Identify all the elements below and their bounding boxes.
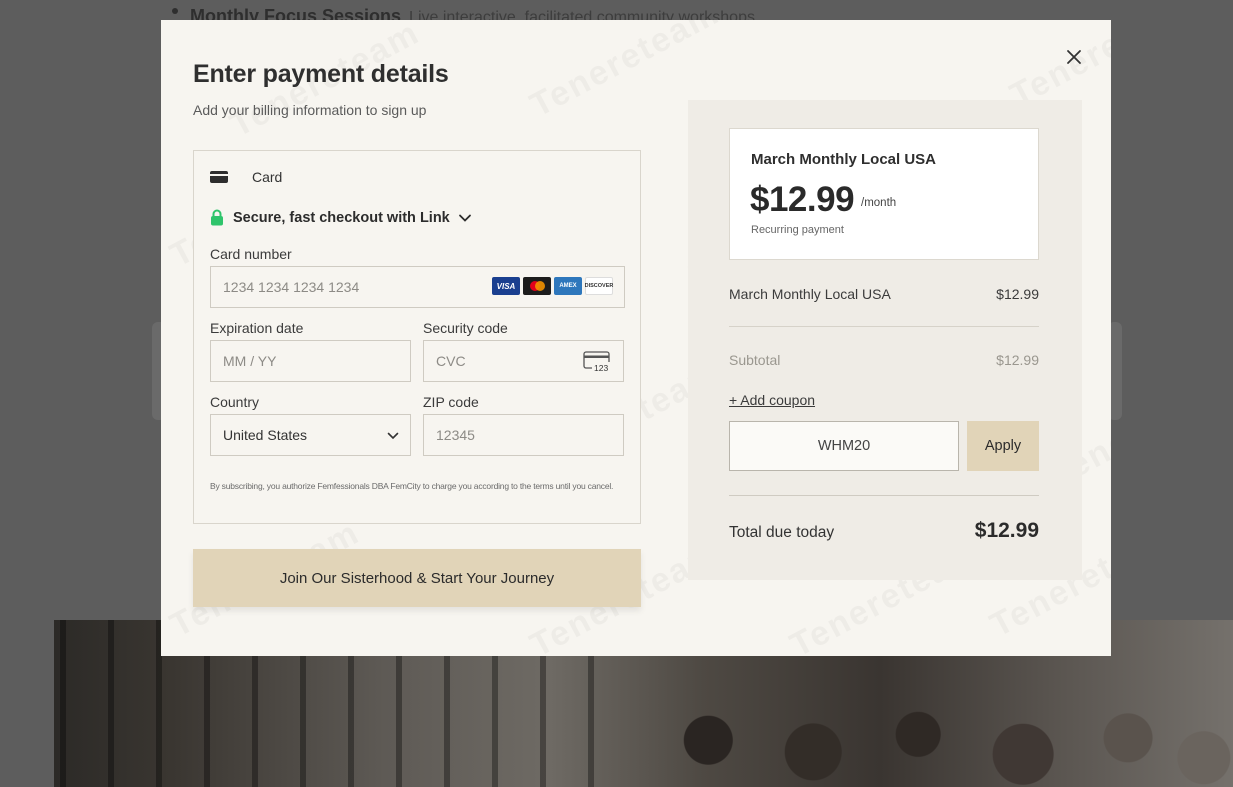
card-number-label: Card number bbox=[210, 246, 292, 262]
total-due-amount: $12.99 bbox=[974, 519, 1039, 542]
country-label: Country bbox=[210, 394, 260, 410]
svg-text:123: 123 bbox=[594, 363, 608, 373]
link-checkout-toggle[interactable]: Secure, fast checkout with Link bbox=[210, 209, 472, 226]
lock-icon bbox=[211, 209, 223, 226]
card-brand-logos: VISA AMEX DISCOVER bbox=[492, 277, 613, 295]
payment-form: Card Secure, fast checkout with Link Car… bbox=[193, 150, 641, 524]
background-photo-crowd bbox=[650, 670, 1233, 787]
divider bbox=[729, 326, 1039, 327]
order-summary: March Monthly Local USA $12.99 /month Re… bbox=[688, 100, 1082, 580]
total-due-label: Total due today bbox=[729, 524, 835, 541]
mastercard-icon bbox=[523, 277, 551, 295]
modal-title: Enter payment details bbox=[193, 60, 449, 88]
credit-card-icon bbox=[210, 171, 228, 183]
recurring-payment-label: Recurring payment bbox=[751, 224, 844, 236]
terms-text: By subscribing, you authorize Femfession… bbox=[210, 481, 614, 491]
bullet-icon bbox=[172, 8, 178, 14]
close-button[interactable] bbox=[1063, 46, 1085, 68]
zip-code-input[interactable] bbox=[423, 414, 624, 456]
plan-price: $12.99 bbox=[750, 180, 855, 219]
divider bbox=[729, 495, 1039, 496]
payment-method-card-tab[interactable]: Card bbox=[210, 169, 282, 185]
coupon-input[interactable] bbox=[729, 421, 959, 471]
close-icon bbox=[1067, 50, 1081, 64]
visa-icon: VISA bbox=[492, 277, 520, 295]
subtotal-row: Subtotal $12.99 bbox=[729, 352, 1039, 368]
plan-name: March Monthly Local USA bbox=[751, 151, 937, 168]
line-item-name: March Monthly Local USA bbox=[729, 286, 891, 302]
link-checkout-label: Secure, fast checkout with Link bbox=[233, 209, 450, 226]
country-select[interactable]: United States bbox=[210, 414, 411, 456]
chevron-down-icon bbox=[458, 214, 471, 222]
plan-card: March Monthly Local USA $12.99 /month Re… bbox=[729, 128, 1039, 260]
line-item-amount: $12.99 bbox=[996, 286, 1039, 302]
subtotal-amount: $12.99 bbox=[996, 352, 1039, 368]
card-tab-label: Card bbox=[252, 169, 283, 185]
cvc-card-icon: 123 bbox=[583, 351, 612, 373]
security-code-label: Security code bbox=[423, 320, 508, 336]
line-item: March Monthly Local USA $12.99 bbox=[729, 286, 1039, 302]
amex-icon: AMEX bbox=[554, 277, 582, 295]
country-select-value: United States bbox=[223, 427, 308, 443]
discover-icon: DISCOVER bbox=[585, 277, 613, 295]
expiration-date-input[interactable] bbox=[210, 340, 411, 382]
add-coupon-link[interactable]: + Add coupon bbox=[729, 392, 815, 408]
modal-subtitle: Add your billing information to sign up bbox=[193, 102, 427, 118]
zip-code-label: ZIP code bbox=[423, 394, 479, 410]
apply-coupon-button[interactable]: Apply bbox=[967, 421, 1039, 471]
plan-period: /month bbox=[861, 197, 897, 209]
payment-modal: Tenereteam Tenereteam Tenereteam Teneret… bbox=[161, 20, 1111, 656]
expiration-date-label: Expiration date bbox=[210, 320, 304, 336]
subtotal-label: Subtotal bbox=[729, 352, 781, 368]
join-submit-button[interactable]: Join Our Sisterhood & Start Your Journey bbox=[193, 549, 641, 607]
